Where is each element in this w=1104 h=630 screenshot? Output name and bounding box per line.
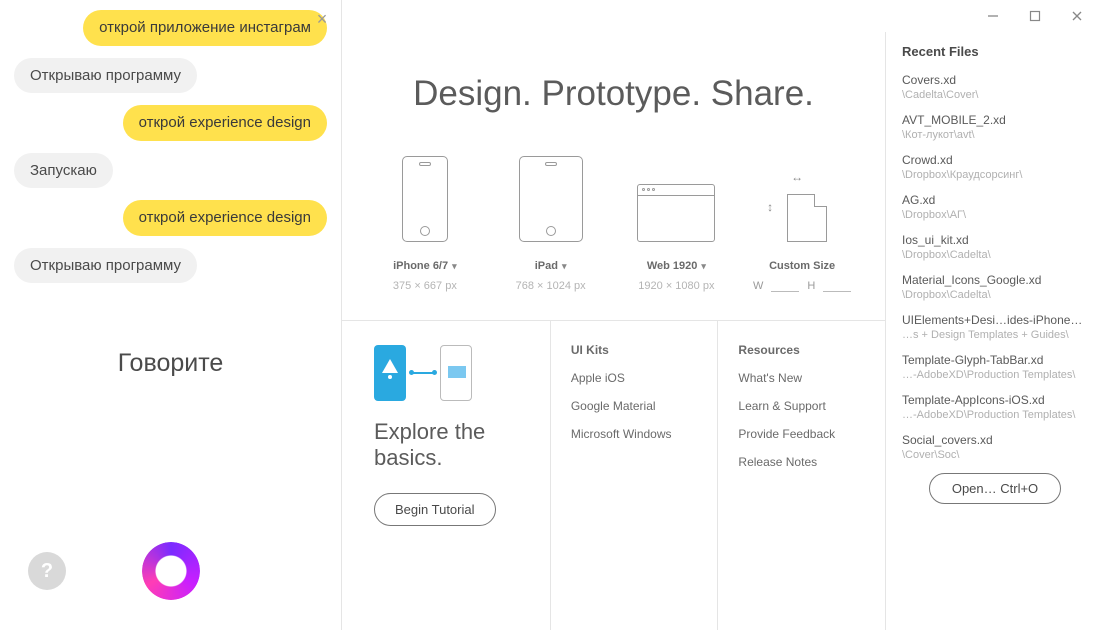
recent-file-name: AVT_MOBILE_2.xd: [902, 113, 1088, 127]
tutorial-graphic: [374, 345, 530, 401]
resource-link[interactable]: Provide Feedback: [738, 427, 873, 441]
chat-msg-user: открой experience design: [123, 105, 327, 141]
chevron-down-icon[interactable]: ▾: [562, 261, 567, 272]
recent-file-path: \Dropbox\Cadelta\: [902, 289, 1088, 301]
preset-dims: 768 × 1024 px: [491, 280, 611, 292]
preset-web[interactable]: Web 1920▾ 1920 × 1080 px: [616, 152, 736, 292]
window-titlebar: [342, 0, 1104, 32]
iphone-icon: [402, 156, 448, 242]
recent-file-path: \Dropbox\Cadelta\: [902, 249, 1088, 261]
close-button[interactable]: [1056, 2, 1098, 30]
recent-file-path: …-AdobeXD\Production Templates\: [902, 409, 1088, 421]
recent-file-name: Ios_ui_kit.xd: [902, 233, 1088, 247]
uikits-column: UI Kits Apple iOS Google Material Micros…: [550, 321, 718, 630]
recent-file-item[interactable]: AVT_MOBILE_2.xd \Кот-лукот\avt\: [902, 113, 1088, 141]
uikit-link[interactable]: Google Material: [571, 399, 706, 413]
voice-assistant-icon[interactable]: [142, 542, 200, 600]
browser-icon: [637, 184, 715, 242]
minimize-button[interactable]: [972, 2, 1014, 30]
height-input[interactable]: [823, 280, 851, 292]
recent-file-item[interactable]: Crowd.xd \Dropbox\Краудсорсинг\: [902, 153, 1088, 181]
custom-size-icon: [777, 184, 827, 242]
uikit-link[interactable]: Microsoft Windows: [571, 427, 706, 441]
phone-icon: [374, 345, 406, 401]
recent-file-path: …-AdobeXD\Production Templates\: [902, 369, 1088, 381]
chevron-down-icon[interactable]: ▾: [452, 261, 457, 272]
preset-label: Web 1920: [647, 260, 698, 272]
chat-msg-user: открой приложение инстаграм: [83, 10, 327, 46]
phone-icon: [440, 345, 472, 401]
resources-heading: Resources: [738, 343, 873, 357]
recent-file-name: AG.xd: [902, 193, 1088, 207]
preset-label: iPad: [535, 260, 558, 272]
chat-msg-user: открой experience design: [123, 200, 327, 236]
chat-msg-bot: Запускаю: [14, 153, 113, 189]
preset-dims: 1920 × 1080 px: [616, 280, 736, 292]
close-icon[interactable]: ×: [313, 10, 331, 28]
recent-file-name: Social_covers.xd: [902, 433, 1088, 447]
help-button[interactable]: ?: [28, 552, 66, 590]
recent-file-path: …s + Design Templates + Guides\: [902, 329, 1088, 341]
maximize-button[interactable]: [1014, 2, 1056, 30]
recent-file-item[interactable]: Template-Glyph-TabBar.xd …-AdobeXD\Produc…: [902, 353, 1088, 381]
speak-prompt: Говорите: [14, 349, 327, 378]
ipad-icon: [519, 156, 583, 242]
recent-file-path: \Кот-лукот\avt\: [902, 129, 1088, 141]
recent-files-heading: Recent Files: [902, 44, 1088, 59]
artboard-presets: iPhone 6/7 ▾ 375 × 667 px iPad ▾ 768 × 102…: [342, 152, 885, 320]
preset-ipad[interactable]: iPad ▾ 768 × 1024 px: [491, 152, 611, 292]
resource-link[interactable]: Learn & Support: [738, 399, 873, 413]
explore-section: Explore the basics. Begin Tutorial: [342, 321, 550, 630]
preset-label: Custom Size: [769, 260, 835, 272]
recent-file-path: \Dropbox\Краудсорсинг\: [902, 169, 1088, 181]
chevron-down-icon[interactable]: ▾: [701, 261, 706, 272]
open-file-button[interactable]: Open… Ctrl+O: [929, 473, 1061, 504]
preset-iphone[interactable]: iPhone 6/7 ▾ 375 × 667 px: [365, 152, 485, 292]
recent-file-item[interactable]: Template-AppIcons-iOS.xd …-AdobeXD\Produc…: [902, 393, 1088, 421]
width-label: W: [753, 280, 763, 292]
resources-column: Resources What's New Learn & Support Pro…: [717, 321, 885, 630]
chat-log: открой приложение инстаграм Открываю про…: [0, 0, 341, 542]
recent-file-name: UIElements+Desi…ides-iPhoneX.xd: [902, 313, 1088, 327]
recent-file-name: Crowd.xd: [902, 153, 1088, 167]
preset-custom[interactable]: Custom Size W H: [742, 152, 862, 292]
recent-file-item[interactable]: Covers.xd \Cadelta\Cover\: [902, 73, 1088, 101]
recent-file-item[interactable]: Social_covers.xd \Cover\Soc\: [902, 433, 1088, 461]
assistant-panel: × открой приложение инстаграм Открываю п…: [0, 0, 342, 630]
preset-label: iPhone 6/7: [393, 260, 448, 272]
recent-file-name: Material_Icons_Google.xd: [902, 273, 1088, 287]
start-screen: Design. Prototype. Share. iPhone 6/7 ▾ 37…: [342, 32, 886, 630]
recent-file-item[interactable]: Ios_ui_kit.xd \Dropbox\Cadelta\: [902, 233, 1088, 261]
recent-file-item[interactable]: AG.xd \Dropbox\АГ\: [902, 193, 1088, 221]
uikits-heading: UI Kits: [571, 343, 706, 357]
chat-msg-bot: Открываю программу: [14, 248, 197, 284]
recent-files-panel: Recent Files Covers.xd \Cadelta\Cover\ AVT…: [886, 32, 1104, 630]
chat-msg-bot: Открываю программу: [14, 58, 197, 94]
resource-link[interactable]: Release Notes: [738, 455, 873, 469]
explore-title: Explore the basics.: [374, 419, 530, 471]
recent-file-path: \Dropbox\АГ\: [902, 209, 1088, 221]
width-input[interactable]: [771, 280, 799, 292]
begin-tutorial-button[interactable]: Begin Tutorial: [374, 493, 496, 526]
recent-file-path: \Cadelta\Cover\: [902, 89, 1088, 101]
connection-icon: [412, 372, 434, 374]
recent-file-name: Template-Glyph-TabBar.xd: [902, 353, 1088, 367]
recent-file-name: Covers.xd: [902, 73, 1088, 87]
preset-dims: 375 × 667 px: [365, 280, 485, 292]
hero-title: Design. Prototype. Share.: [342, 74, 885, 114]
resource-link[interactable]: What's New: [738, 371, 873, 385]
height-label: H: [807, 280, 815, 292]
recent-file-name: Template-AppIcons-iOS.xd: [902, 393, 1088, 407]
recent-file-path: \Cover\Soc\: [902, 449, 1088, 461]
recent-file-item[interactable]: UIElements+Desi…ides-iPhoneX.xd …s + Desi…: [902, 313, 1088, 341]
recent-file-item[interactable]: Material_Icons_Google.xd \Dropbox\Cadelta…: [902, 273, 1088, 301]
uikit-link[interactable]: Apple iOS: [571, 371, 706, 385]
